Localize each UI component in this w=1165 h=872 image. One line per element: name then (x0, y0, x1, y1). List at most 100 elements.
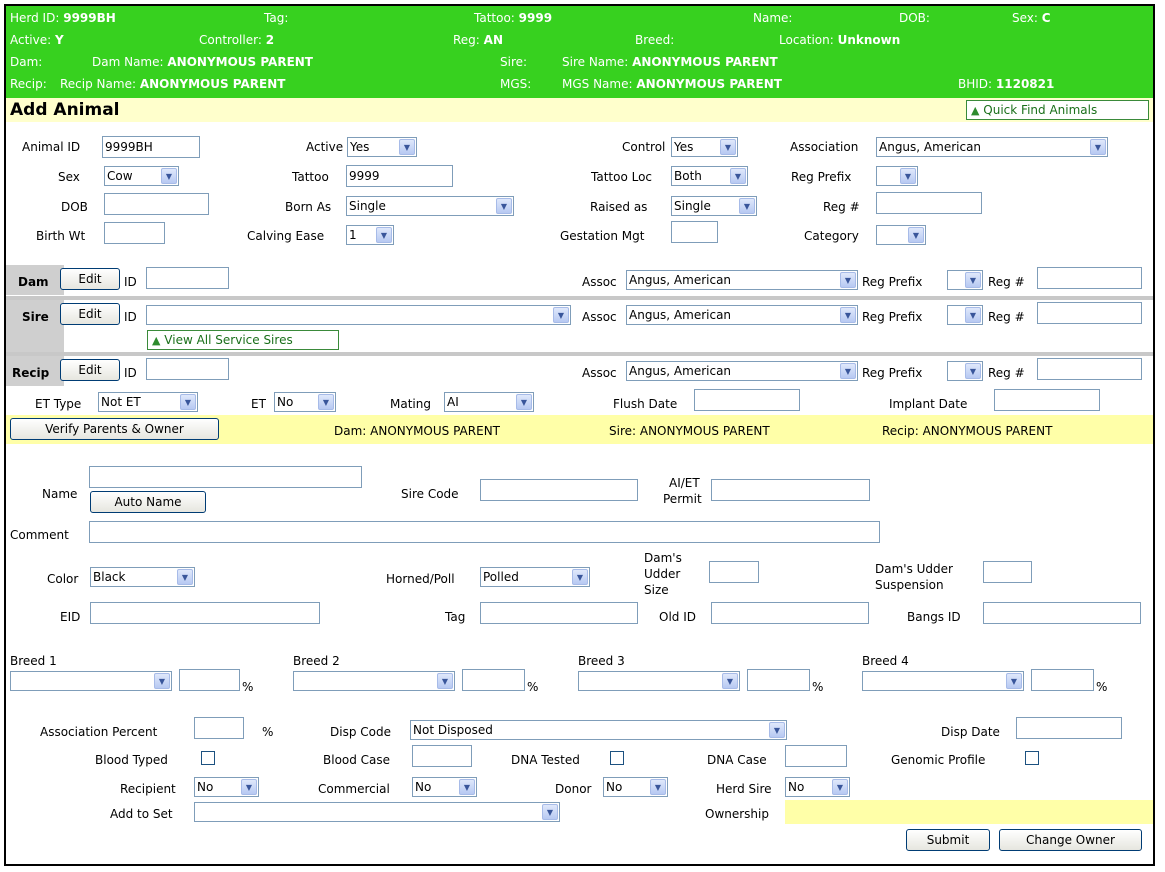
animal-id-input[interactable]: 9999BH (102, 136, 200, 158)
active-select[interactable]: Yes ▼ (347, 137, 417, 157)
et-select[interactable]: No ▼ (274, 392, 336, 412)
disp-code-select[interactable]: Not Disposed ▼ (410, 720, 787, 740)
control-select[interactable]: Yes ▼ (671, 137, 738, 157)
mating-select[interactable]: AI ▼ (444, 392, 534, 412)
recip-reg-number-input[interactable] (1037, 358, 1142, 380)
birth-wt-input[interactable] (104, 222, 165, 244)
commercial-select[interactable]: No ▼ (412, 777, 477, 797)
recip-field: Recip: (10, 77, 47, 91)
breed1-percent-input[interactable] (179, 669, 240, 691)
breed1-select[interactable]: ▼ (10, 671, 172, 691)
submit-button[interactable]: Submit (906, 829, 990, 851)
chevron-down-icon: ▼ (161, 168, 177, 184)
breed3-percent-input[interactable] (747, 669, 810, 691)
sire-reg-number-input[interactable] (1037, 302, 1142, 324)
breed2-percent-input[interactable] (462, 669, 525, 691)
dob-input[interactable] (104, 193, 209, 215)
view-all-service-sires-button[interactable]: ▲ View All Service Sires (147, 330, 339, 350)
et-type-select[interactable]: Not ET ▼ (98, 392, 198, 412)
chevron-down-icon: ▼ (516, 394, 532, 410)
dams-udder-size-label-2: Udder (644, 567, 681, 581)
breed3-select[interactable]: ▼ (578, 671, 740, 691)
dam-field: Dam: (10, 55, 43, 69)
active-label: Active (306, 140, 344, 154)
chevron-down-icon: ▼ (241, 779, 257, 795)
breed1-percent-sign: % (242, 680, 254, 694)
et-type-label: ET Type (35, 397, 82, 411)
herd-sire-select[interactable]: No ▼ (785, 777, 850, 797)
gestation-mgt-input[interactable] (671, 221, 718, 243)
implant-date-input[interactable] (994, 389, 1100, 411)
breed2-percent-sign: % (527, 680, 539, 694)
sire-reg-prefix-select[interactable]: ▼ (947, 305, 983, 325)
dam-assoc-select[interactable]: Angus, American ▼ (626, 270, 858, 290)
eid-input[interactable] (90, 602, 320, 624)
born-as-select[interactable]: Single ▼ (346, 196, 514, 216)
breed4-select[interactable]: ▼ (862, 671, 1024, 691)
dna-case-input[interactable] (785, 745, 847, 767)
auto-name-button[interactable]: Auto Name (90, 491, 206, 513)
recip-edit-button[interactable]: Edit (60, 359, 120, 381)
recip-id-input[interactable] (146, 358, 229, 380)
chevron-down-icon: ▼ (965, 307, 981, 323)
verify-recip-text: Recip: ANONYMOUS PARENT (882, 424, 1053, 438)
bangs-id-input[interactable] (983, 602, 1141, 624)
horned-poll-select[interactable]: Polled ▼ (480, 567, 590, 587)
dam-id-input[interactable] (146, 267, 229, 289)
dam-edit-button[interactable]: Edit (60, 268, 120, 290)
tattoo-input[interactable]: 9999 (346, 165, 453, 187)
chevron-down-icon: ▼ (730, 168, 746, 184)
dams-udder-size-input[interactable] (709, 561, 759, 583)
association-percent-input[interactable] (194, 717, 244, 739)
tag-input[interactable] (480, 602, 638, 624)
sire-assoc-select[interactable]: Angus, American ▼ (626, 305, 858, 325)
sex-select[interactable]: Cow ▼ (104, 166, 179, 186)
old-id-label: Old ID (659, 610, 696, 624)
recipient-select[interactable]: No ▼ (194, 777, 259, 797)
blood-typed-label: Blood Typed (95, 753, 168, 767)
calving-ease-select[interactable]: 1 ▼ (346, 225, 394, 245)
donor-select[interactable]: No ▼ (603, 777, 668, 797)
verify-parents-owner-button[interactable]: Verify Parents & Owner (10, 418, 219, 440)
breed4-percent-input[interactable] (1031, 669, 1094, 691)
dob-label: DOB (61, 200, 88, 214)
raised-as-select[interactable]: Single ▼ (671, 196, 757, 216)
association-percent-sign: % (262, 725, 274, 739)
sire-code-input[interactable] (480, 479, 638, 501)
quick-find-animals-button[interactable]: ▲ Quick Find Animals (966, 100, 1149, 120)
genomic-profile-checkbox[interactable] (1025, 751, 1039, 765)
quick-find-label: Quick Find Animals (983, 103, 1098, 117)
recip-reg-prefix-select[interactable]: ▼ (947, 361, 983, 381)
sire-id-select[interactable]: ▼ (146, 305, 571, 325)
association-select[interactable]: Angus, American ▼ (876, 137, 1108, 157)
blood-case-input[interactable] (412, 745, 472, 767)
implant-date-label: Implant Date (889, 397, 968, 411)
breed2-select[interactable]: ▼ (293, 671, 455, 691)
color-select[interactable]: Black ▼ (90, 567, 195, 587)
dam-reg-number-input[interactable] (1037, 267, 1142, 289)
add-to-set-select[interactable]: ▼ (194, 802, 560, 822)
disp-date-input[interactable] (1016, 717, 1122, 739)
herd-sire-label: Herd Sire (716, 782, 772, 796)
color-label: Color (47, 572, 79, 586)
old-id-input[interactable] (711, 602, 869, 624)
control-label: Control (622, 140, 666, 154)
dna-tested-checkbox[interactable] (610, 751, 624, 765)
tattoo-loc-select[interactable]: Both ▼ (671, 166, 748, 186)
name-input[interactable] (89, 466, 362, 488)
dam-reg-prefix-select[interactable]: ▼ (947, 270, 983, 290)
category-select[interactable]: ▼ (876, 225, 926, 245)
dams-udder-suspension-input[interactable] (983, 561, 1032, 583)
reg-number-input[interactable] (876, 192, 982, 214)
sire-edit-button[interactable]: Edit (60, 303, 120, 325)
breed4-percent-sign: % (1096, 680, 1108, 694)
divider (6, 352, 1153, 356)
flush-date-input[interactable] (694, 389, 800, 411)
ai-et-permit-input[interactable] (711, 479, 870, 501)
recip-assoc-select[interactable]: Angus, American ▼ (626, 361, 858, 381)
blood-typed-checkbox[interactable] (201, 751, 215, 765)
comment-input[interactable] (89, 521, 880, 543)
change-owner-button[interactable]: Change Owner (999, 829, 1142, 851)
reg-prefix-select[interactable]: ▼ (876, 166, 918, 186)
chevron-down-icon: ▼ (399, 139, 415, 155)
